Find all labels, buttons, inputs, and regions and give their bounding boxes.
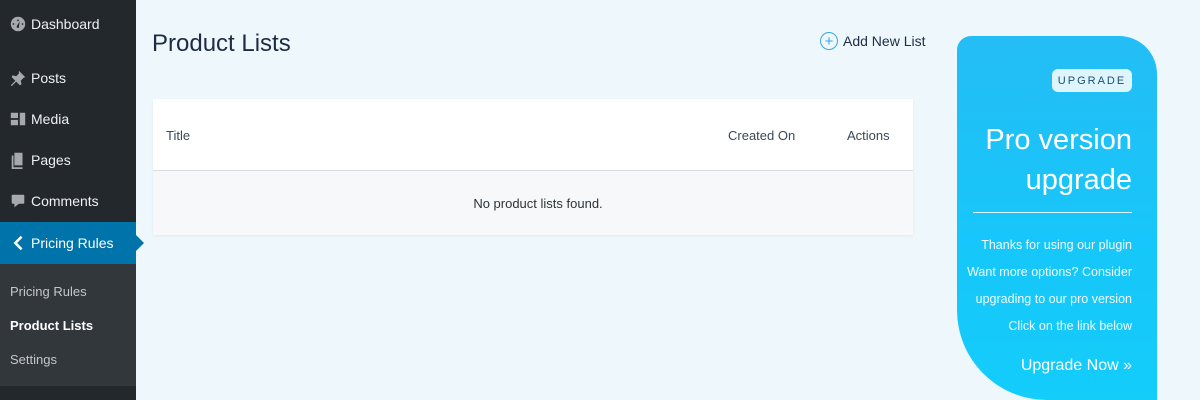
menu-item-dashboard[interactable]: Dashboard [0, 8, 136, 40]
comment-icon [8, 191, 28, 211]
pin-icon [8, 68, 28, 88]
menu-item-pages[interactable]: Pages [0, 144, 136, 176]
dashboard-icon [8, 14, 28, 34]
upgrade-description: Thanks for using our plugin Want more op… [957, 232, 1132, 340]
menu-item-label: Comments [31, 193, 99, 209]
product-lists-table: Title Created On Actions No product list… [153, 99, 913, 235]
upgrade-line: Want more options? Consider [967, 265, 1132, 279]
menu-item-label: Pages [31, 152, 71, 168]
upgrade-card: UPGRADE Pro version upgrade Thanks for u… [957, 36, 1157, 400]
upgrade-title: Pro version upgrade [985, 124, 1132, 196]
admin-sidebar: Dashboard Posts Media Pages Comments Pri… [0, 0, 144, 400]
empty-state-message: No product lists found. [473, 196, 603, 211]
menu-item-pricing-rules[interactable]: Pricing Rules [0, 222, 144, 264]
submenu: Pricing Rules Product Lists Settings [0, 264, 136, 386]
menu-item-label: Posts [31, 70, 67, 86]
menu-item-posts[interactable]: Posts [0, 62, 136, 94]
column-header-title[interactable]: Title [166, 128, 190, 143]
menu-item-comments[interactable]: Comments [0, 185, 136, 217]
table-body: No product lists found. [153, 171, 913, 235]
upgrade-badge: UPGRADE [1052, 69, 1132, 92]
page-title: Product Lists [152, 30, 291, 57]
submenu-item-pricing-rules[interactable]: Pricing Rules [10, 284, 87, 299]
upgrade-line: Click on the link below [1008, 319, 1132, 333]
menu-item-label: Dashboard [31, 16, 100, 32]
plus-circle-icon: + [820, 32, 838, 50]
upgrade-now-link[interactable]: Upgrade Now » [1021, 357, 1132, 375]
divider [973, 212, 1132, 213]
column-header-actions: Actions [847, 128, 890, 143]
upgrade-line: Thanks for using our plugin [981, 238, 1132, 252]
table-header: Title Created On Actions [153, 99, 913, 171]
menu-item-label: Media [31, 111, 70, 127]
add-new-list-label: Add New List [843, 33, 926, 49]
submenu-item-product-lists[interactable]: Product Lists [10, 318, 93, 333]
page-icon [8, 150, 28, 170]
media-icon [8, 109, 28, 129]
upgrade-line: upgrading to our pro version [975, 292, 1132, 306]
menu-item-media[interactable]: Media [0, 103, 136, 135]
column-header-created-on[interactable]: Created On [728, 128, 795, 143]
submenu-item-settings[interactable]: Settings [10, 352, 57, 367]
menu-item-label: Pricing Rules [31, 235, 114, 251]
add-new-list-button[interactable]: + Add New List [820, 32, 925, 50]
chevron-left-icon [8, 233, 28, 253]
